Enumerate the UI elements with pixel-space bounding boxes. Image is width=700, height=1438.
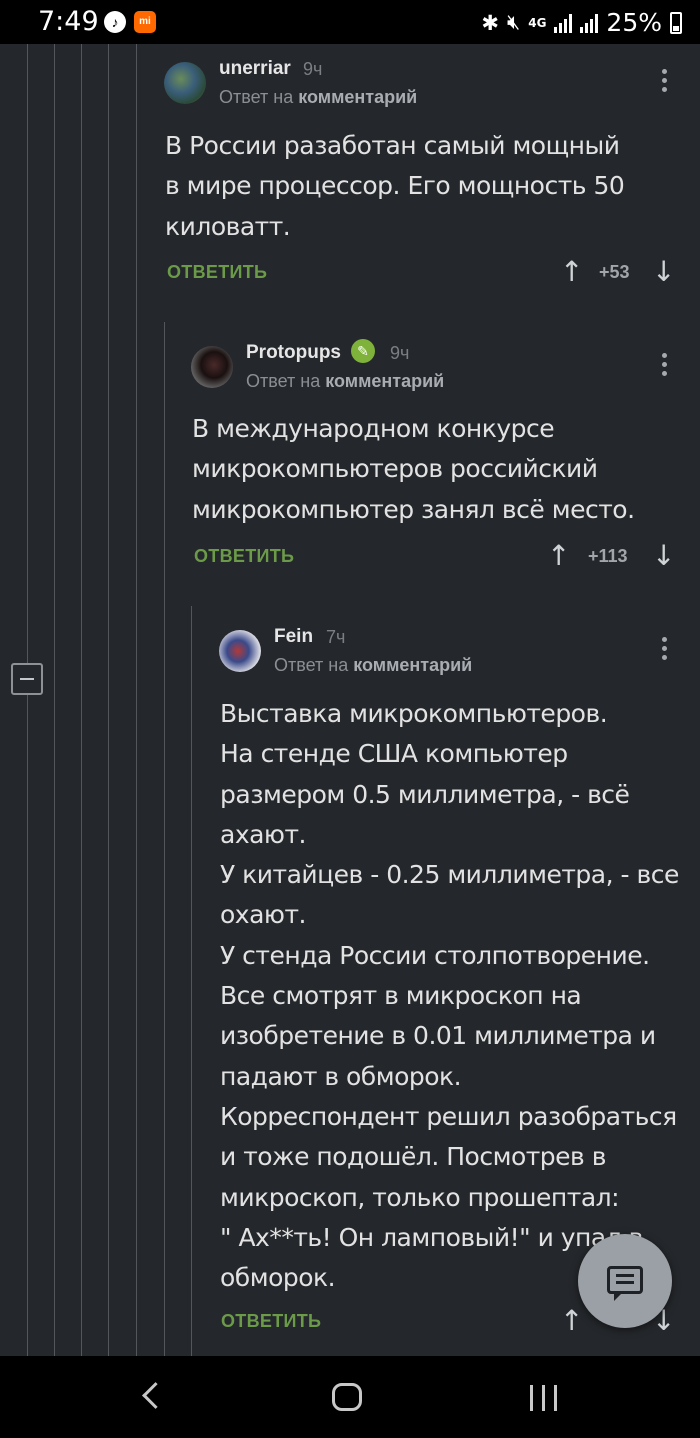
comment-line: падают в обморок. <box>220 1061 462 1091</box>
battery-percent: 25% <box>606 8 662 37</box>
signal-icon <box>554 13 573 33</box>
thread-line <box>136 44 137 1356</box>
comment-time: 9ч <box>303 59 323 79</box>
comment-score: +113 <box>588 546 628 566</box>
comment-line: У стенда России столпотворение. <box>220 940 650 970</box>
avatar[interactable] <box>191 346 233 388</box>
more-options-icon[interactable] <box>660 637 668 665</box>
comment-line: На стенде США компьютер <box>220 739 568 769</box>
reply-to-label: Ответ на комментарий <box>219 87 417 108</box>
reply-button[interactable]: ОТВЕТИТЬ <box>167 262 267 283</box>
comment-line: У китайцев - 0.25 миллиметра, - все <box>220 860 679 890</box>
signal-icon-2 <box>580 13 599 33</box>
mi-icon: mi <box>134 11 156 33</box>
reply-to-prefix: Ответ на <box>274 655 349 675</box>
reply-button[interactable]: ОТВЕТИТЬ <box>194 546 294 567</box>
comment-body: В России разаботан самый мощный в мире п… <box>165 126 625 247</box>
reply-button[interactable]: ОТВЕТИТЬ <box>221 1311 321 1332</box>
thread-line <box>108 44 109 1356</box>
comment-line: ахают. <box>220 819 306 849</box>
new-comment-fab[interactable] <box>578 1234 672 1328</box>
navigation-bar <box>0 1356 700 1438</box>
home-icon[interactable] <box>332 1383 362 1411</box>
comment-line: Выставка микрокомпьютеров. <box>220 699 608 728</box>
comment-author[interactable]: unerriar <box>219 58 291 80</box>
reply-to-link[interactable]: комментарий <box>298 87 417 107</box>
comment-body: Выставка микрокомпьютеров. На стенде США… <box>220 694 679 1298</box>
avatar[interactable] <box>219 630 261 672</box>
comment-line: В России разаботан самый мощный <box>165 131 620 160</box>
comment-line: изобретение в 0.01 миллиметра и <box>220 1021 656 1051</box>
upvote-icon[interactable]: ↑ <box>560 255 583 288</box>
reply-to-prefix: Ответ на <box>219 87 294 107</box>
bluetooth-icon: ✱ <box>481 10 499 35</box>
comment-line: в мире процессор. Его мощность 50 <box>165 171 625 201</box>
back-icon[interactable] <box>140 1380 162 1414</box>
status-time: 7:49 <box>38 6 99 37</box>
thread-line <box>191 606 192 1356</box>
comment-score: +53 <box>599 262 630 282</box>
comment-line: микрокомпьютеров российский <box>192 454 598 484</box>
comment-line: Корреспондент решил разобраться <box>220 1101 677 1131</box>
music-icon: ♪ <box>104 11 126 33</box>
reply-to-prefix: Ответ на <box>246 371 321 391</box>
upvote-icon[interactable]: ↑ <box>547 539 570 572</box>
network-type: 4G <box>528 15 547 30</box>
collapse-thread-button[interactable] <box>11 663 43 695</box>
thread-line <box>27 44 28 1356</box>
reply-to-link[interactable]: комментарий <box>353 655 472 675</box>
avatar[interactable] <box>164 62 206 104</box>
comment-time: 7ч <box>326 627 346 647</box>
reply-to-label: Ответ на комментарий <box>246 371 444 392</box>
downvote-icon[interactable]: ↓ <box>652 255 675 288</box>
pencil-badge-icon: ✎ <box>351 339 375 363</box>
comment-line: Все смотрят в микроскоп на <box>220 981 582 1011</box>
battery-icon <box>670 11 682 34</box>
upvote-icon[interactable]: ↑ <box>560 1304 583 1337</box>
thread-line <box>54 44 55 1356</box>
comment-line: размером 0.5 миллиметра, - всё <box>220 779 630 809</box>
reply-to-label: Ответ на комментарий <box>274 655 472 676</box>
comment-time: 9ч <box>390 343 410 363</box>
status-bar: 7:49 ♪ mi ✱ 🔇︎ 4G 25% <box>0 0 700 44</box>
thread-line <box>81 44 82 1356</box>
downvote-icon[interactable]: ↓ <box>652 539 675 572</box>
more-options-icon[interactable] <box>660 353 668 381</box>
recent-apps-icon[interactable] <box>530 1385 558 1411</box>
more-options-icon[interactable] <box>660 69 668 97</box>
comment-line: микрокомпьютер занял всё место. <box>192 494 635 524</box>
mute-icon: 🔇︎ <box>506 10 521 34</box>
comment-line: микроскоп, только прошептал: <box>220 1182 620 1212</box>
comment-author[interactable]: Protopups <box>246 342 341 364</box>
message-icon <box>607 1266 643 1301</box>
comment-author[interactable]: Fein <box>274 626 313 648</box>
thread-line <box>164 322 165 1356</box>
comment-line: киловатт. <box>165 211 291 241</box>
comment-line: охают. <box>220 900 306 930</box>
reply-to-link[interactable]: комментарий <box>325 371 444 391</box>
comment-body: В международном конкурсе микрокомпьютеро… <box>192 409 635 530</box>
comment-line: В международном конкурсе <box>192 414 555 443</box>
comment-line: и тоже подошёл. Посмотрев в <box>220 1142 606 1172</box>
